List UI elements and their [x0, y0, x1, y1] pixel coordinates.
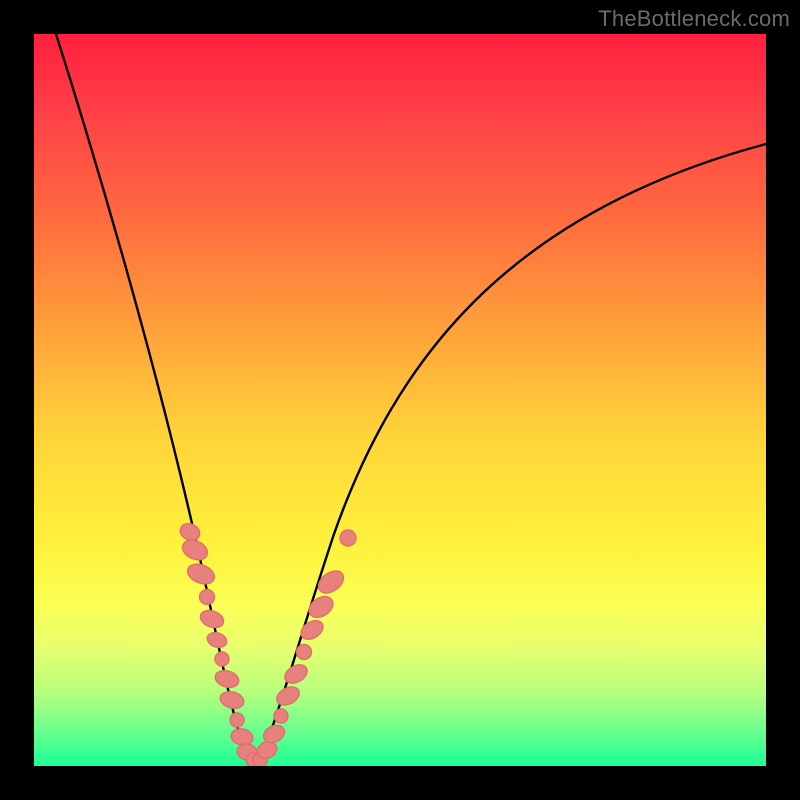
curve-path: [56, 34, 766, 766]
plot-area: [34, 34, 766, 766]
curve-layer: [34, 34, 766, 766]
bottleneck-curve: [56, 34, 766, 766]
chart-frame: TheBottleneck.com: [0, 0, 800, 800]
watermark-text: TheBottleneck.com: [598, 6, 790, 32]
marker-cluster: [178, 521, 356, 766]
